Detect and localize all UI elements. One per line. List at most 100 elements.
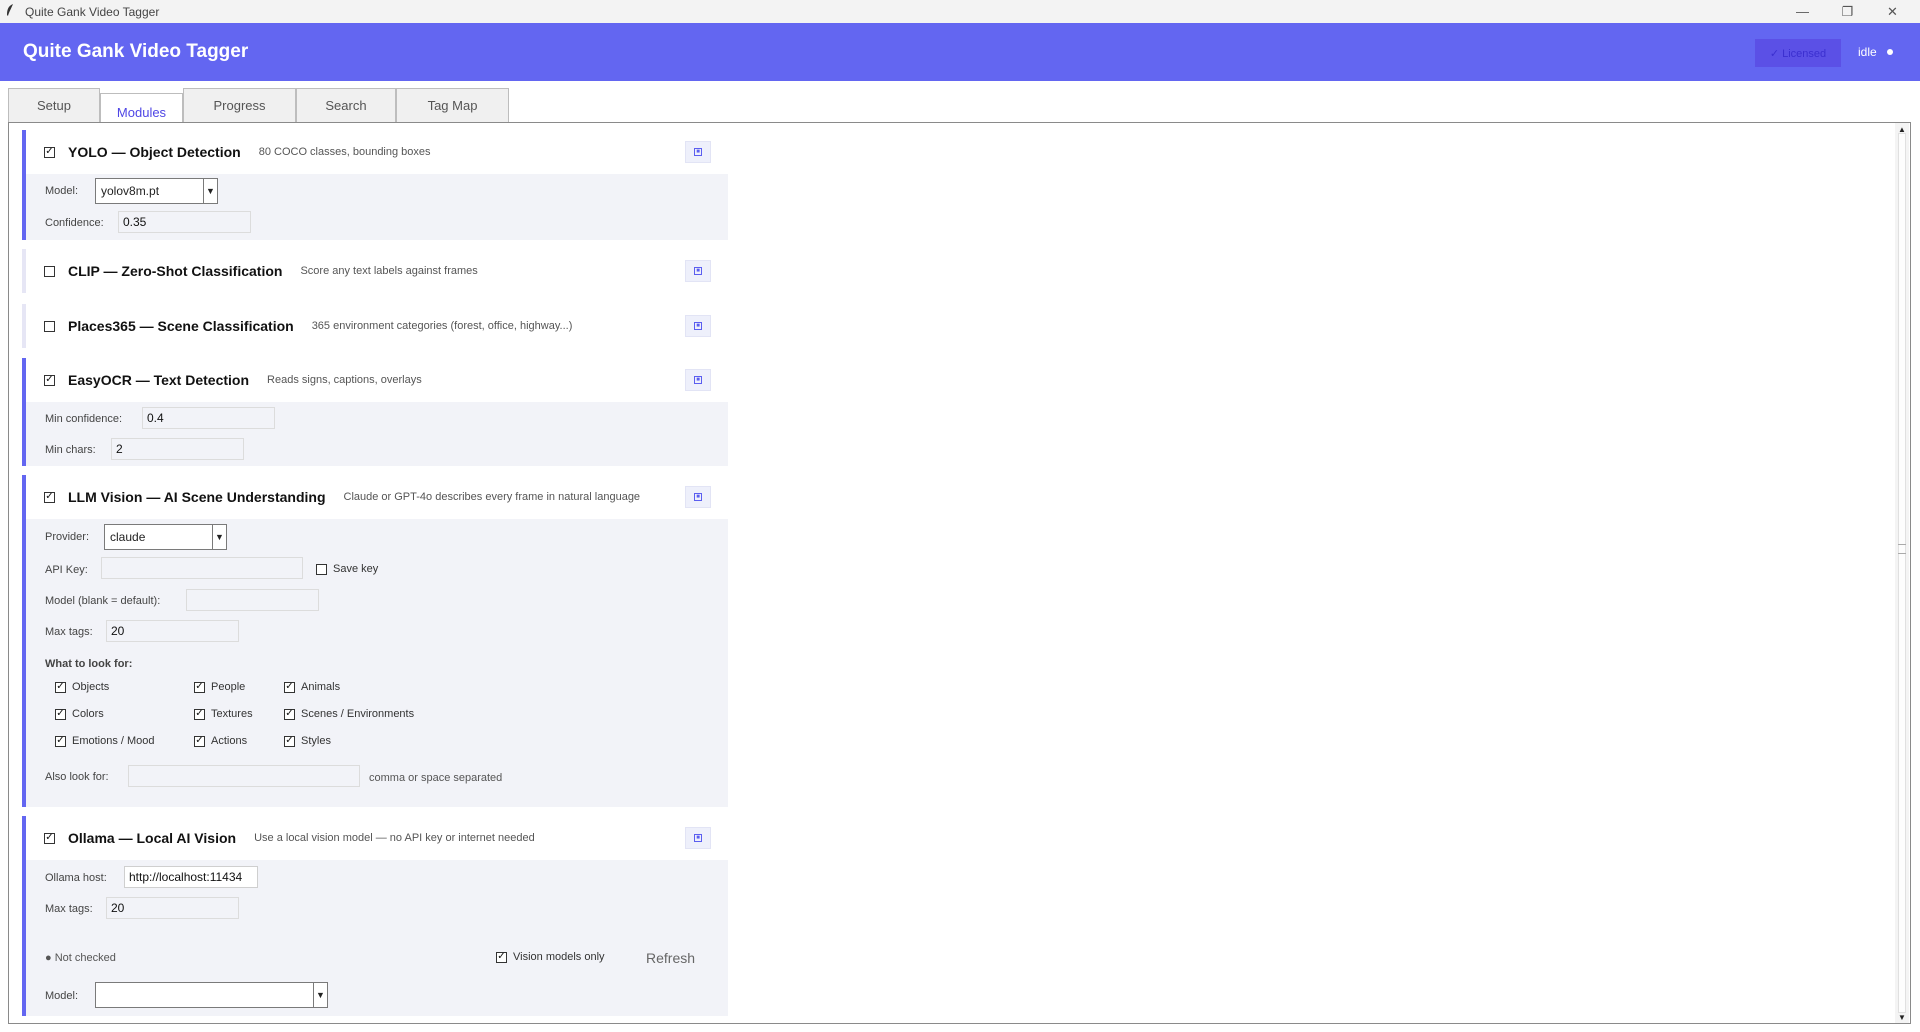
min-confidence-label: Min confidence:	[45, 413, 123, 425]
tab-progress[interactable]: Progress	[183, 88, 296, 123]
ollama-max-tags-input[interactable]: 20	[106, 897, 239, 919]
expand-button[interactable]: ■	[685, 141, 711, 163]
confidence-label: Confidence:	[45, 217, 104, 229]
feather-icon	[5, 3, 19, 20]
scrollbar-thumb[interactable]	[1898, 133, 1906, 1013]
provider-select[interactable]: claude ▼	[104, 524, 227, 550]
module-yolo-header: ✓ YOLO — Object Detection 80 COCO classe…	[22, 130, 728, 174]
module-name: Places365 — Scene Classification	[68, 318, 294, 334]
module-llm-vision-toggle[interactable]: ✓	[44, 491, 55, 503]
expand-button[interactable]: ■	[685, 315, 711, 337]
expand-icon: ■	[694, 322, 702, 330]
also-look-input[interactable]	[128, 765, 360, 787]
scrollbar-grip-icon	[1898, 544, 1906, 554]
look-for-people[interactable]: ✓ People	[194, 681, 245, 693]
expand-icon: ■	[694, 834, 702, 842]
look-for-objects[interactable]: ✓ Objects	[55, 681, 109, 693]
save-key-checkbox[interactable]: Save key	[316, 563, 378, 575]
module-places365-header: Places365 — Scene Classification 365 env…	[22, 304, 728, 348]
module-description: Claude or GPT-4o describes every frame i…	[343, 491, 641, 503]
module-description: Use a local vision model — no API key or…	[254, 832, 535, 844]
module-name: EasyOCR — Text Detection	[68, 372, 250, 388]
look-for-animals[interactable]: ✓ Animals	[284, 681, 340, 693]
api-key-label: API Key:	[45, 564, 88, 576]
module-easyocr-settings: Min confidence: 0.4 Min chars: 2	[22, 402, 728, 466]
scroll-down-icon[interactable]: ▼	[1896, 1011, 1908, 1023]
window-title: Quite Gank Video Tagger	[25, 4, 160, 19]
module-easyocr-toggle[interactable]: ✓	[44, 374, 55, 386]
expand-button[interactable]: ■	[685, 260, 711, 282]
expand-button[interactable]: ■	[685, 486, 711, 508]
refresh-button[interactable]: Refresh	[646, 950, 695, 966]
look-for-styles[interactable]: ✓ Styles	[284, 735, 331, 747]
module-easyocr-header: ✓ EasyOCR — Text Detection Reads signs, …	[22, 358, 728, 402]
module-description: Reads signs, captions, overlays	[267, 374, 422, 386]
look-for-actions[interactable]: ✓ Actions	[194, 735, 247, 747]
dropdown-arrow-icon[interactable]: ▼	[313, 983, 327, 1007]
tab-tag-map[interactable]: Tag Map	[396, 88, 509, 123]
max-tags-label: Max tags:	[45, 626, 93, 638]
module-ollama-toggle[interactable]: ✓	[44, 832, 55, 844]
module-yolo-toggle[interactable]: ✓	[44, 146, 55, 158]
ollama-check-status: ● Not checked	[45, 952, 116, 964]
app-header: Quite Gank Video Tagger ✓ Licensed idle	[0, 23, 1920, 81]
module-description: Score any text labels against frames	[300, 265, 478, 277]
look-for-heading: What to look for:	[45, 658, 133, 670]
tab-search[interactable]: Search	[296, 88, 396, 123]
minimize-button[interactable]: —	[1780, 0, 1825, 23]
dropdown-arrow-icon[interactable]: ▼	[203, 179, 217, 203]
license-button[interactable]: ✓ Licensed	[1755, 39, 1841, 67]
expand-button[interactable]: ■	[685, 827, 711, 849]
vision-models-only-checkbox[interactable]: ✓ Vision models only	[496, 951, 605, 963]
module-name: LLM Vision — AI Scene Understanding	[68, 489, 326, 505]
expand-icon: ■	[694, 376, 702, 384]
window-titlebar: Quite Gank Video Tagger — ❐ ✕	[0, 0, 1920, 23]
expand-button[interactable]: ■	[685, 369, 711, 391]
tab-bar: Setup Modules Progress Search Tag Map	[8, 87, 509, 130]
dropdown-arrow-icon[interactable]: ▼	[212, 525, 226, 549]
llm-model-label: Model (blank = default):	[45, 595, 161, 607]
save-key-box[interactable]	[316, 563, 327, 575]
also-look-hint: comma or space separated	[369, 772, 503, 784]
expand-icon: ■	[694, 493, 702, 501]
min-confidence-input[interactable]: 0.4	[142, 407, 275, 429]
module-llm-vision-settings: Provider: claude ▼ API Key: Save key Mod…	[22, 519, 728, 807]
tab-setup[interactable]: Setup	[8, 88, 100, 123]
look-for-textures[interactable]: ✓ Textures	[194, 708, 253, 720]
module-llm-vision-header: ✓ LLM Vision — AI Scene Understanding Cl…	[22, 475, 728, 519]
look-for-scenes[interactable]: ✓ Scenes / Environments	[284, 708, 414, 720]
restore-button[interactable]: ❐	[1825, 0, 1870, 23]
module-yolo-settings: Model: yolov8m.pt ▼ Confidence: 0.35	[22, 174, 728, 240]
model-label: Model:	[45, 185, 79, 197]
module-name: Ollama — Local AI Vision	[68, 830, 237, 846]
close-button[interactable]: ✕	[1870, 0, 1915, 23]
vertical-scrollbar[interactable]: ▲ ▼	[1895, 123, 1909, 1023]
ollama-host-input[interactable]: http://localhost:11434	[124, 866, 258, 888]
module-clip-toggle[interactable]	[44, 265, 55, 277]
look-for-colors[interactable]: ✓ Colors	[55, 708, 104, 720]
max-tags-input[interactable]: 20	[106, 620, 239, 642]
look-for-emotions[interactable]: ✓ Emotions / Mood	[55, 735, 155, 747]
min-chars-input[interactable]: 2	[111, 438, 244, 460]
ollama-model-label: Model:	[45, 990, 79, 1002]
ollama-max-tags-label: Max tags:	[45, 903, 93, 915]
provider-label: Provider:	[45, 531, 90, 543]
module-description: 365 environment categories (forest, offi…	[311, 320, 573, 332]
module-clip-header: CLIP — Zero-Shot Classification Score an…	[22, 249, 728, 293]
module-places365-toggle[interactable]	[44, 320, 55, 332]
api-key-input[interactable]	[101, 557, 303, 579]
expand-icon: ■	[694, 267, 702, 275]
also-look-label: Also look for:	[45, 771, 109, 783]
min-chars-label: Min chars:	[45, 444, 96, 456]
module-description: 80 COCO classes, bounding boxes	[258, 146, 431, 158]
ollama-model-select[interactable]: ▼	[95, 982, 328, 1008]
llm-model-input[interactable]	[186, 589, 319, 611]
app-title: Quite Gank Video Tagger	[23, 41, 249, 62]
expand-icon: ■	[694, 148, 702, 156]
status-dot-icon	[1886, 49, 1893, 55]
yolo-model-select[interactable]: yolov8m.pt ▼	[95, 178, 218, 204]
ollama-host-label: Ollama host:	[45, 872, 107, 884]
module-name: CLIP — Zero-Shot Classification	[68, 263, 283, 279]
confidence-input[interactable]: 0.35	[118, 211, 251, 233]
status-text: idle	[1858, 45, 1877, 59]
